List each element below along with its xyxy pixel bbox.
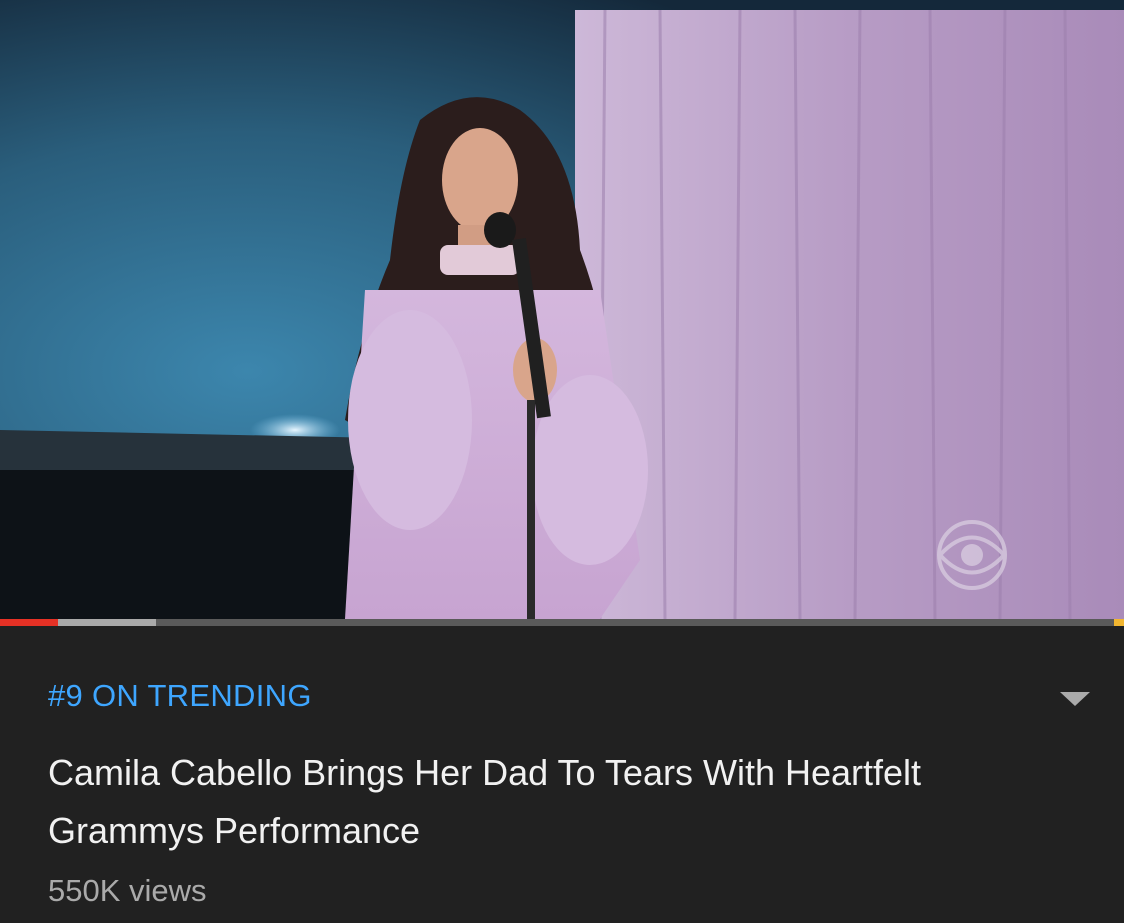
progress-played [0, 619, 59, 626]
progress-bar[interactable] [0, 619, 1124, 626]
video-frame [0, 0, 1124, 619]
progress-end-marker [1114, 619, 1124, 626]
chevron-down-icon[interactable] [1060, 692, 1090, 706]
view-count: 550K views [48, 873, 207, 908]
video-title[interactable]: Camila Cabello Brings Her Dad To Tears W… [48, 744, 1028, 860]
video-info-panel: #9 ON TRENDING Camila Cabello Brings Her… [0, 626, 1124, 923]
video-player[interactable] [0, 0, 1124, 626]
video-watch-screen: #9 ON TRENDING Camila Cabello Brings Her… [0, 0, 1124, 923]
trending-label[interactable]: #9 ON TRENDING [48, 678, 312, 714]
